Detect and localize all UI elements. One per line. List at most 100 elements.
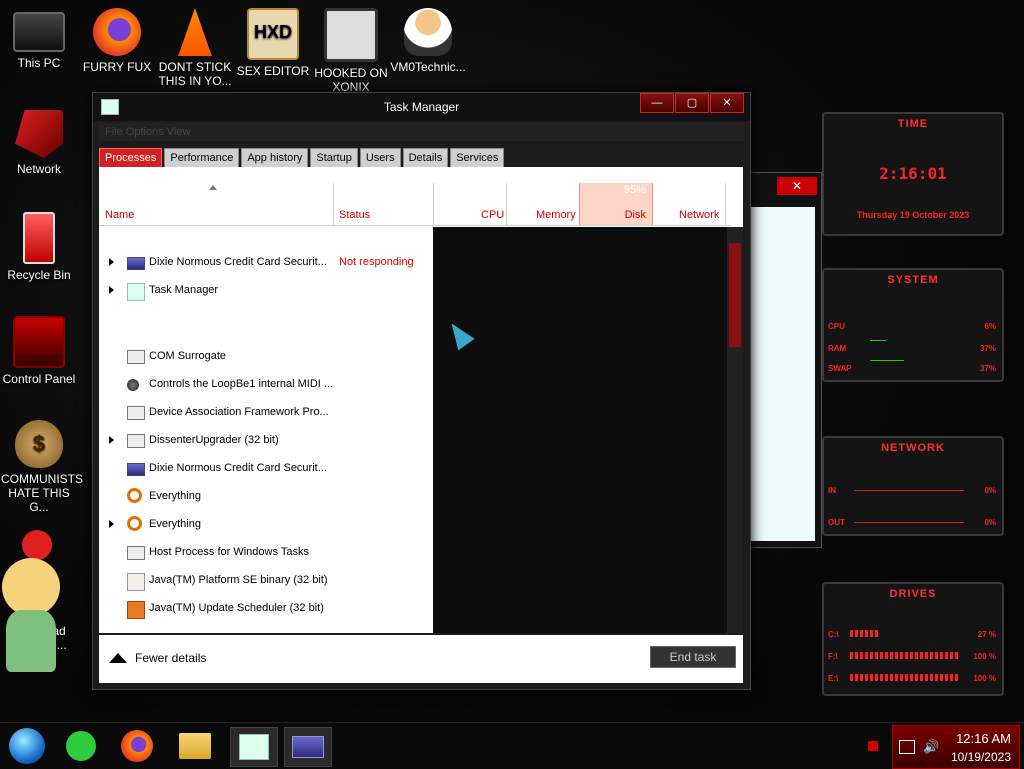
column-header-row: Name Status CPU Memory 95% Disk Network xyxy=(99,183,731,226)
desktop-icon-dont-stick[interactable]: DONT STICK THIS IN YO... xyxy=(157,8,233,88)
table-row[interactable]: Host Process for Windows Tasks xyxy=(99,539,433,567)
close-button[interactable]: ✕ xyxy=(710,93,744,113)
expand-arrow-icon[interactable] xyxy=(109,286,114,294)
tab-strip: Processes Performance App history Startu… xyxy=(99,148,505,168)
maximize-button[interactable]: ▢ xyxy=(675,93,709,113)
desktop-icon-network[interactable]: Network xyxy=(1,110,77,176)
minimize-button[interactable]: — xyxy=(640,93,674,113)
tab-users[interactable]: Users xyxy=(359,148,401,168)
taskbar-app[interactable] xyxy=(58,727,104,765)
java-icon xyxy=(127,573,145,591)
clock[interactable]: 12:16 AM 10/19/2023 xyxy=(951,730,1011,766)
task-manager-window[interactable]: Task Manager — ▢ ✕ File Options View Pro… xyxy=(92,92,751,690)
arrow-up-icon xyxy=(109,653,127,663)
vertical-scrollbar[interactable] xyxy=(727,227,743,633)
column-network[interactable]: Network xyxy=(679,209,719,221)
desktop-icon-this-pc[interactable]: This PC xyxy=(1,8,77,70)
control-panel-icon xyxy=(13,316,65,368)
menu-bar[interactable]: File Options View xyxy=(99,123,744,141)
fewer-details-link[interactable]: Fewer details xyxy=(109,651,206,665)
column-cpu[interactable]: CPU xyxy=(481,209,504,221)
expand-arrow-icon[interactable] xyxy=(109,258,114,266)
midi-icon xyxy=(127,379,139,391)
table-row[interactable]: Java(TM) Platform SE binary (32 bit) xyxy=(99,567,433,595)
taskbar-app[interactable] xyxy=(172,727,218,765)
taskbar-app-credit-card[interactable] xyxy=(284,727,332,767)
table-row[interactable]: Everything xyxy=(99,511,433,539)
service-icon xyxy=(127,406,145,420)
usage-columns-area xyxy=(433,227,727,633)
file-explorer-icon xyxy=(179,733,211,759)
expand-arrow-icon[interactable] xyxy=(109,436,114,444)
table-row[interactable]: COM Surrogate xyxy=(99,343,433,371)
desktop-icon-vm0technic[interactable]: VM0Technic... xyxy=(390,8,466,74)
end-task-button[interactable]: End task xyxy=(650,646,736,668)
drive-c-bar xyxy=(850,630,880,637)
taskbar-app[interactable] xyxy=(114,727,160,765)
cartoon-character-image xyxy=(0,530,66,680)
desktop-icon-hooked-on-xonix[interactable]: HOOKED ON XONIX xyxy=(313,8,389,94)
recycle-bin-icon xyxy=(23,212,55,264)
disk-usage-percent: 95% xyxy=(623,184,646,196)
tab-processes[interactable]: Processes xyxy=(99,148,163,168)
network-icon xyxy=(15,110,63,158)
volume-icon[interactable]: 🔊 xyxy=(923,739,939,755)
service-icon xyxy=(127,546,145,560)
system-tray: 🔊 12:16 AM 10/19/2023 xyxy=(892,725,1020,769)
show-hidden-icons-button[interactable] xyxy=(868,741,878,751)
service-icon xyxy=(127,434,145,448)
search-icon xyxy=(127,516,142,531)
table-row[interactable]: Dixie Normous Credit Card Securit... xyxy=(99,455,433,483)
ram-graph-line xyxy=(870,340,886,341)
network-tray-icon[interactable] xyxy=(899,740,915,754)
tab-app-history[interactable]: App history xyxy=(241,148,309,168)
expand-arrow-icon[interactable] xyxy=(109,520,114,528)
status-not-responding: Not responding xyxy=(339,256,414,268)
tab-performance[interactable]: Performance xyxy=(164,148,240,168)
table-row[interactable]: Task Manager xyxy=(99,277,433,305)
doctor-avatar-icon xyxy=(404,8,452,56)
vlc-cone-icon xyxy=(178,8,212,56)
column-memory[interactable]: Memory xyxy=(536,209,576,221)
taskbar-app-task-manager[interactable] xyxy=(230,727,278,767)
firefox-icon xyxy=(93,8,141,56)
app-window-icon xyxy=(127,257,145,270)
table-row[interactable]: Dixie Normous Credit Card Securit... Not… xyxy=(99,249,433,277)
process-list-panel: Name Status CPU Memory 95% Disk Network … xyxy=(99,167,743,633)
table-row[interactable]: DissenterUpgrader (32 bit) xyxy=(99,427,433,455)
table-row[interactable]: Everything xyxy=(99,483,433,511)
money-bag-icon: $ xyxy=(15,420,63,468)
computer-icon xyxy=(13,12,65,52)
firefox-icon xyxy=(121,730,153,762)
desktop-icon-communists[interactable]: $ COMMUNISTS HATE THIS G... xyxy=(1,420,83,514)
network-in-graph xyxy=(854,490,964,491)
task-manager-footer: Fewer details End task xyxy=(99,635,743,683)
drive-e-bar xyxy=(850,674,960,681)
column-disk-highlight[interactable]: 95% Disk xyxy=(579,183,653,225)
table-row[interactable]: Controls the LoopBe1 internal MIDI ... xyxy=(99,371,433,399)
clock-time: 12:16 AM xyxy=(956,731,1011,746)
column-status[interactable]: Status xyxy=(339,209,370,221)
desktop-icon-control-panel[interactable]: Control Panel xyxy=(1,316,77,386)
tab-details[interactable]: Details xyxy=(402,148,449,168)
system-monitor-gadget: TIME 2:16:01 Thursday 19 October 2023 SY… xyxy=(796,92,1024,712)
xonix-game-icon xyxy=(324,8,378,62)
scrollbar-thumb[interactable] xyxy=(729,243,741,347)
clock-date: 10/19/2023 xyxy=(950,750,1011,764)
column-disk: Disk xyxy=(624,209,646,221)
column-name[interactable]: Name xyxy=(105,209,134,221)
desktop-icon-recycle-bin[interactable]: Recycle Bin xyxy=(1,212,77,282)
search-icon xyxy=(127,488,142,503)
table-row[interactable]: Java(TM) Update Scheduler (32 bit) xyxy=(99,595,433,623)
app-window-icon xyxy=(127,463,145,476)
tab-startup[interactable]: Startup xyxy=(310,148,358,168)
table-row[interactable]: Device Association Framework Pro... xyxy=(99,399,433,427)
tab-services[interactable]: Services xyxy=(450,148,505,168)
start-button[interactable] xyxy=(4,727,50,765)
chat-app-icon xyxy=(66,731,96,761)
desktop-icon-furry-fux[interactable]: FURRY FUX xyxy=(79,8,155,74)
title-bar[interactable]: Task Manager — ▢ ✕ xyxy=(93,93,750,121)
gadget-time: 2:16:01 xyxy=(879,164,947,183)
desktop-icon-sex-editor[interactable]: HXD SEX EDITOR xyxy=(235,8,311,78)
java-update-icon xyxy=(127,601,145,619)
